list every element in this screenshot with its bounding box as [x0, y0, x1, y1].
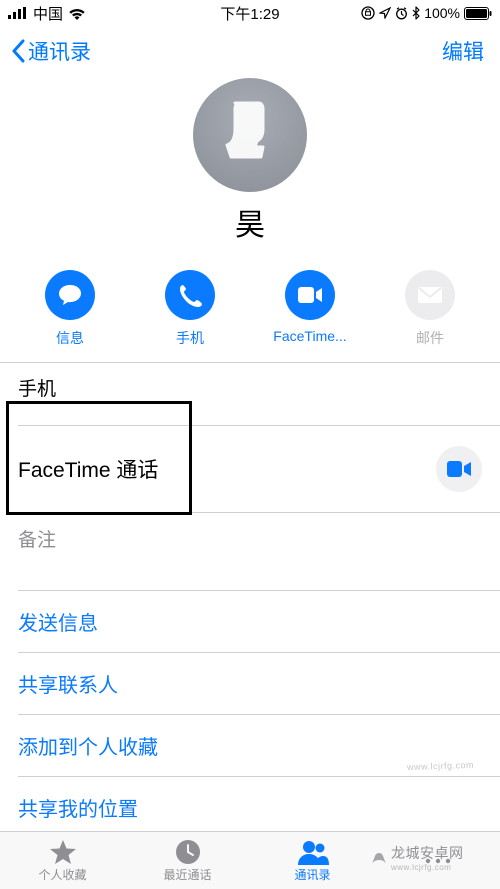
notes-label: 备注	[18, 530, 56, 551]
tab-bar: 个人收藏 最近通话 通讯录	[0, 831, 500, 889]
avatar[interactable]	[193, 78, 307, 192]
chevron-left-icon	[10, 39, 26, 63]
video-icon	[297, 286, 323, 304]
mail-button[interactable]: 邮件	[380, 270, 480, 348]
signal-icon	[8, 7, 28, 19]
phone-icon	[178, 283, 202, 307]
alarm-icon	[395, 7, 408, 20]
clock-icon	[175, 839, 201, 865]
phone-field-label: 手机	[18, 379, 56, 400]
phone-label: 手机	[176, 328, 204, 348]
avatar-silhouette-icon	[219, 99, 281, 171]
tab-more[interactable]	[375, 832, 500, 889]
mail-label: 邮件	[416, 328, 444, 348]
action-row: 信息 手机 FaceTime... 邮件	[0, 244, 500, 362]
tab-label: 最近通话	[163, 866, 211, 883]
contact-name: 昊	[235, 200, 265, 244]
facetime-button[interactable]: FaceTime...	[260, 270, 360, 348]
clock-label: 下午1:29	[220, 3, 279, 24]
tab-label: 通讯录	[294, 866, 330, 883]
tab-label: 个人收藏	[38, 866, 86, 883]
wifi-icon	[68, 7, 86, 20]
video-icon	[447, 461, 471, 477]
notes-row[interactable]: 备注	[18, 513, 500, 591]
edit-button[interactable]: 编辑	[442, 36, 484, 66]
share-contact-link[interactable]: 共享联系人	[18, 653, 500, 715]
dots-icon	[423, 856, 453, 866]
contacts-icon	[297, 839, 329, 865]
status-bar: 中国 下午1:29 100%	[0, 0, 500, 26]
bluetooth-icon	[412, 6, 420, 20]
contact-header: 昊	[0, 76, 500, 244]
send-message-link[interactable]: 发送信息	[18, 591, 500, 653]
facetime-label: FaceTime...	[273, 328, 346, 344]
nav-bar: 通讯录 编辑	[0, 26, 500, 76]
battery-label: 100%	[424, 5, 460, 21]
share-location-link[interactable]: 共享我的位置	[18, 777, 500, 839]
phone-row[interactable]: 手机	[18, 363, 500, 426]
facetime-row-label: FaceTime 通话	[18, 454, 158, 484]
tab-contacts[interactable]: 通讯录	[250, 832, 375, 889]
tab-recents[interactable]: 最近通话	[125, 832, 250, 889]
battery-icon	[464, 7, 492, 20]
message-button[interactable]: 信息	[20, 270, 120, 348]
facetime-video-button[interactable]	[436, 446, 482, 492]
back-label: 通讯录	[28, 36, 91, 66]
back-button[interactable]: 通讯录	[10, 36, 91, 66]
mail-icon	[417, 286, 443, 304]
rotation-lock-icon	[361, 6, 375, 20]
star-icon	[49, 839, 77, 865]
facetime-row[interactable]: FaceTime 通话	[18, 426, 500, 513]
carrier-label: 中国	[33, 3, 63, 24]
message-icon	[57, 282, 83, 308]
location-icon	[379, 7, 391, 19]
phone-button[interactable]: 手机	[140, 270, 240, 348]
add-favorite-link[interactable]: 添加到个人收藏	[18, 715, 500, 777]
tab-favorites[interactable]: 个人收藏	[0, 832, 125, 889]
message-label: 信息	[56, 328, 84, 348]
